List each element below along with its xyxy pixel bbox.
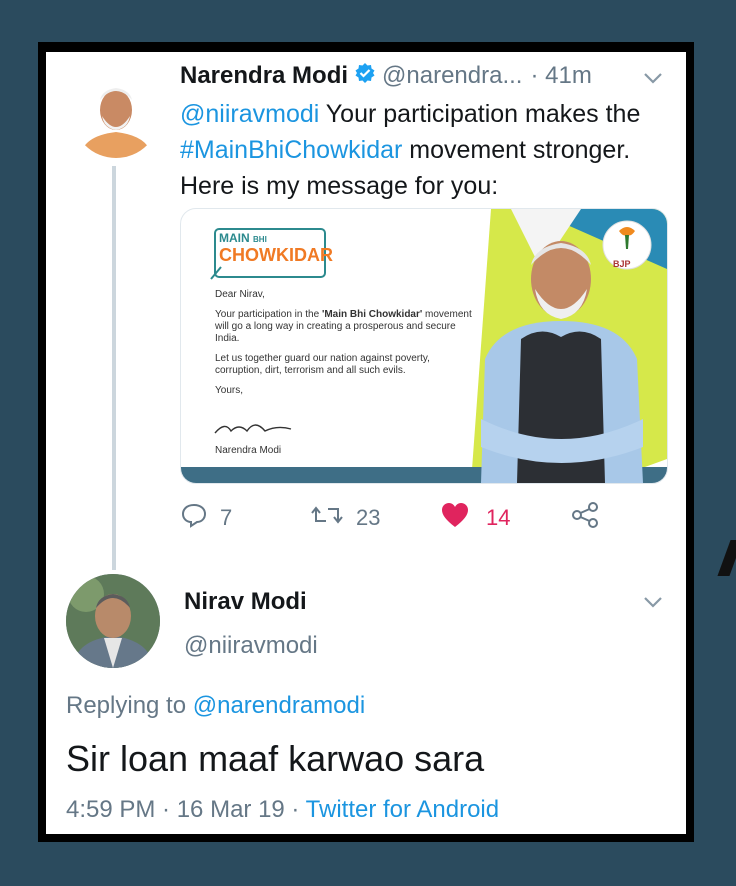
letter-body: Dear Nirav, Your participation in the 'M… — [215, 289, 475, 405]
tweet1-action-bar: 7 23 14 — [180, 500, 650, 536]
verified-badge-icon — [354, 62, 376, 91]
tweet1-header: Narendra Modi @narendra... · 41m — [180, 60, 680, 92]
tweet2-source-link[interactable]: Twitter for Android — [306, 796, 499, 823]
like-button[interactable]: 14 — [440, 500, 510, 536]
tweet2-menu-chevron-icon[interactable] — [640, 592, 666, 617]
letter-para1: Your participation in the 'Main Bhi Chow… — [215, 309, 472, 344]
share-icon — [570, 500, 600, 536]
letter-signer: Narendra Modi — [215, 445, 282, 456]
retweet-count: 23 — [356, 505, 381, 530]
tweet1-author-name[interactable]: Narendra Modi — [180, 62, 348, 90]
replying-to-label: Replying to — [66, 692, 193, 719]
letter-greeting: Dear Nirav, — [215, 289, 265, 300]
letter-closing: Yours, — [215, 385, 243, 396]
bjp-badge-label: BJP — [613, 259, 631, 269]
tweet1-time[interactable]: · 41m — [530, 62, 591, 90]
like-count: 14 — [486, 505, 511, 530]
background-edge — [717, 540, 736, 576]
retweet-button[interactable]: 23 — [310, 500, 380, 536]
reply-icon — [180, 501, 208, 535]
narendra-modi-avatar[interactable] — [72, 70, 160, 158]
reply-count: 7 — [220, 505, 233, 530]
tweet-thread-card: Narendra Modi @narendra... · 41m @niirav… — [46, 52, 686, 834]
tweet1-author-handle[interactable]: @narendra... — [382, 62, 522, 90]
tweet1-text-part1: Your participation makes the — [319, 100, 641, 128]
tweet1-mention-link[interactable]: @niiravmodi — [180, 100, 319, 128]
reply-button[interactable]: 7 — [180, 500, 232, 536]
tweet2-author-name[interactable]: Nirav Modi — [184, 588, 307, 616]
tweet2-text: Sir loan maaf karwao sara — [66, 738, 485, 779]
thread-connector-line — [112, 166, 116, 570]
letter-para2: Let us together guard our nation against… — [215, 353, 430, 376]
share-button[interactable] — [570, 500, 600, 536]
tweet2-timestamp[interactable]: 4:59 PM · 16 Mar 19 · — [66, 796, 306, 823]
nirav-modi-avatar[interactable] — [66, 574, 160, 668]
tweet1-text: @niiravmodi Your participation makes the… — [180, 96, 670, 204]
tweet2-meta: 4:59 PM · 16 Mar 19 · Twitter for Androi… — [66, 796, 499, 824]
tweet1-hashtag-link[interactable]: #MainBhiChowkidar — [180, 136, 402, 164]
replying-to-link[interactable]: @narendramodi — [193, 692, 365, 719]
replying-to-line: Replying to @narendramodi — [66, 692, 365, 720]
tweet2-author-handle[interactable]: @niiravmodi — [184, 632, 318, 660]
retweet-icon — [310, 501, 344, 535]
heart-icon — [440, 501, 470, 535]
logo-line2: CHOWKIDAR — [219, 245, 333, 265]
tweet1-media-image[interactable]: MAIN BHI CHOWKIDAR BJP Dear Nirav, Your … — [180, 208, 668, 484]
logo-line1: MAIN BHI — [219, 231, 267, 245]
tweet1-menu-chevron-icon[interactable] — [640, 68, 666, 93]
